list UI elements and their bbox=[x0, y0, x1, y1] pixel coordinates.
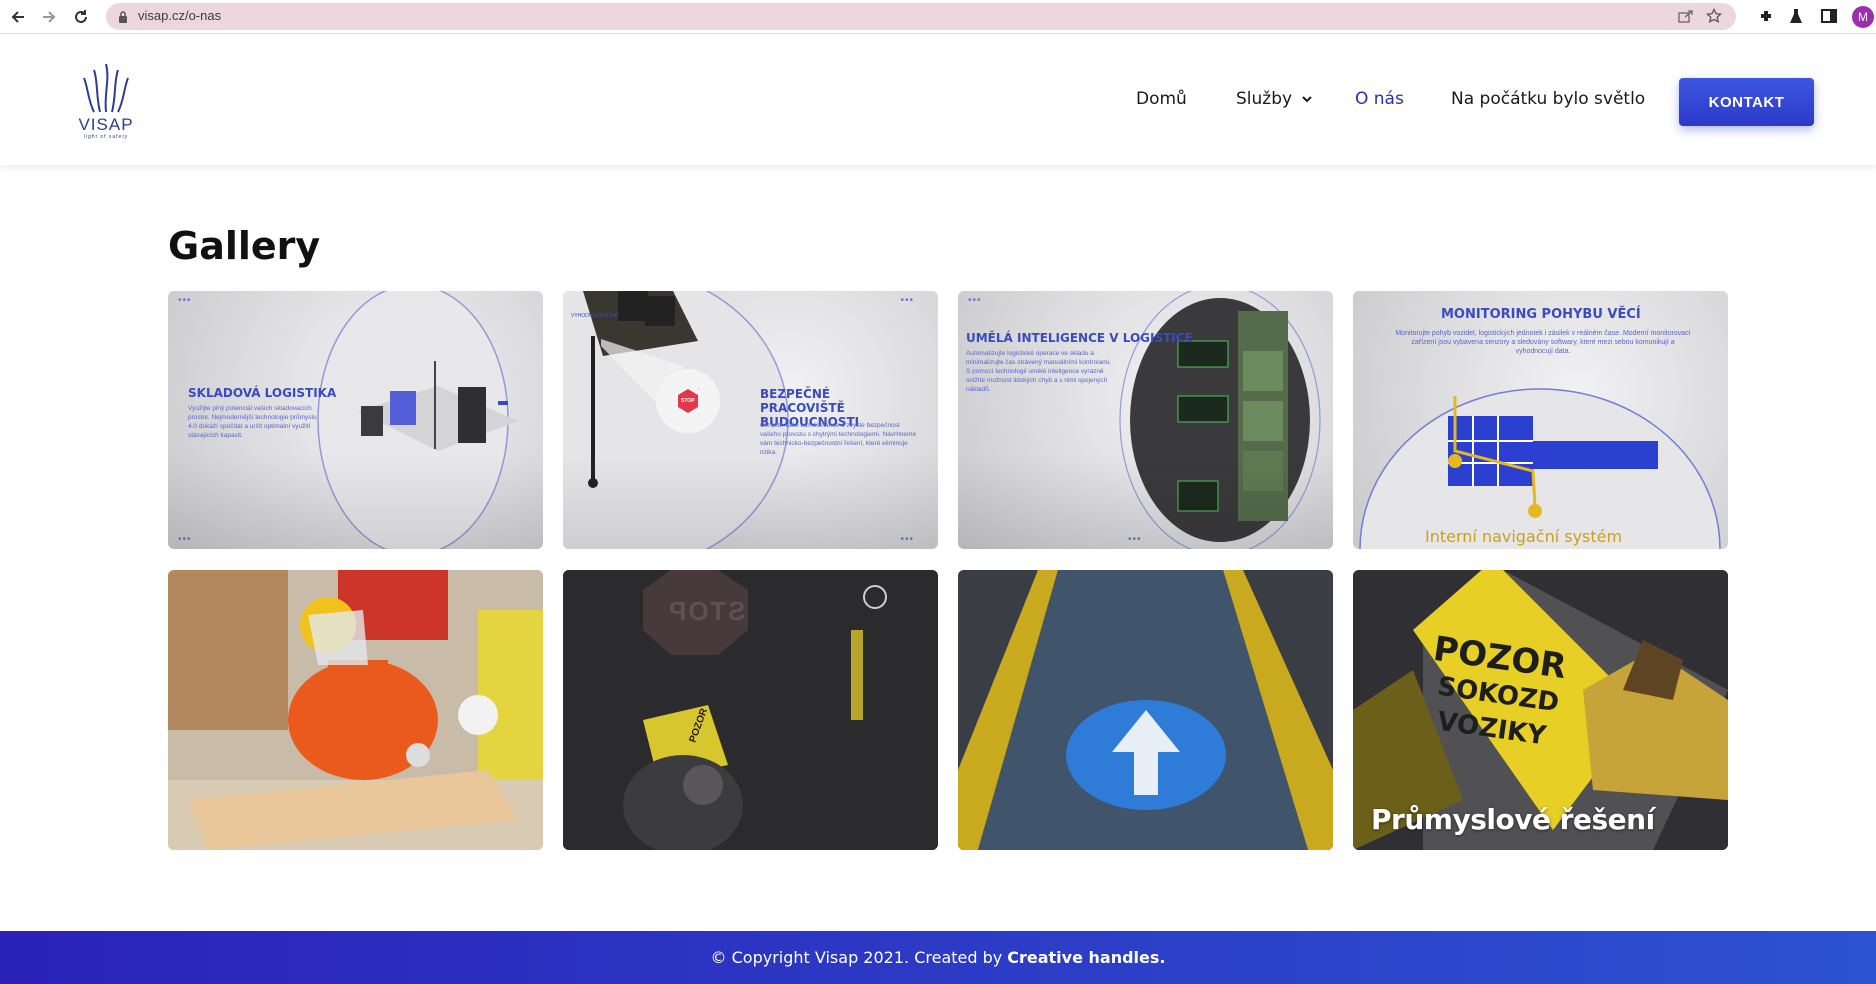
site-header: VISAP light of safety Domů Služby O nás … bbox=[0, 34, 1876, 165]
gallery-tile-safe-workplace[interactable]: ••• ••• VYHODNOCENÍ DAT STOP BEZPEČNÉ PR… bbox=[563, 291, 938, 549]
forward-icon[interactable] bbox=[39, 7, 59, 27]
tile-caption: Průmyslové řešení bbox=[1371, 803, 1655, 836]
logo-wordmark: VISAP bbox=[78, 115, 134, 134]
tile-shade bbox=[958, 454, 1333, 549]
nav-about[interactable]: O nás bbox=[1355, 89, 1404, 109]
tile-caption: Interní navigační systém bbox=[1425, 527, 1623, 546]
tile-shade bbox=[563, 454, 938, 549]
creator-link[interactable]: Creative handles. bbox=[1007, 948, 1165, 967]
tile-text: Monitorujte pohyb vozidel, logistických … bbox=[1395, 330, 1691, 355]
tile-shade bbox=[168, 454, 543, 549]
tile-heading: MONITORING POHYBU VĚCÍ bbox=[1441, 307, 1641, 322]
tile-text: Využijte plný potenciál vašich skladovac… bbox=[188, 405, 317, 439]
tile-stop-label: STOP bbox=[681, 398, 695, 404]
labs-flask-icon[interactable] bbox=[1789, 8, 1803, 29]
logo-tagline: light of safety bbox=[83, 134, 129, 140]
tile-sign-label: VYHODNOCENÍ DAT bbox=[571, 313, 620, 319]
worker-photo bbox=[168, 570, 543, 850]
lock-icon bbox=[118, 10, 128, 28]
nav-in-the-beginning[interactable]: Na počátku bylo světlo bbox=[1451, 89, 1645, 109]
site-footer: © Copyright Visap 2021. Created by Creat… bbox=[0, 931, 1876, 984]
url-text: visap.cz/o-nas bbox=[138, 8, 222, 23]
nav-services[interactable]: Služby bbox=[1236, 89, 1313, 109]
copyright-text: © Copyright Visap 2021. Created by bbox=[710, 948, 1003, 967]
gallery-tile-warehouse-logistics[interactable]: ••• ••• SKLADOVÁ LOGISTIKA Využijte plný… bbox=[168, 291, 543, 549]
tile-stop-text: STOP bbox=[667, 596, 746, 626]
gallery-tile-monitoring[interactable]: MONITORING POHYBU VĚCÍ Monitorujte pohyb… bbox=[1353, 291, 1728, 549]
back-icon[interactable] bbox=[8, 7, 28, 27]
contact-button[interactable]: KONTAKT bbox=[1679, 78, 1814, 126]
tile-map-label: Sklad bbox=[1551, 446, 1614, 470]
gallery-tile-worker-photo[interactable] bbox=[168, 570, 543, 850]
visap-logo[interactable]: VISAP light of safety bbox=[68, 62, 144, 146]
side-panel-icon[interactable] bbox=[1821, 8, 1837, 29]
share-icon[interactable] bbox=[1678, 9, 1694, 28]
extensions-icon[interactable] bbox=[1758, 8, 1774, 29]
bookmark-star-icon[interactable] bbox=[1705, 7, 1723, 29]
tile-heading: UMĚLÁ INTELIGENCE V LOGISTICE bbox=[966, 331, 1193, 345]
stop-projection-photo bbox=[563, 570, 938, 850]
gallery-tile-stop-projection[interactable]: STOP POZOR bbox=[563, 570, 938, 850]
tile-text: Automatizujte logistické operace ve skla… bbox=[966, 350, 1111, 393]
gallery-tile-industrial-solution[interactable]: POZOR SOKOZD VOZIKY Průmyslové řešení bbox=[1353, 570, 1728, 850]
chevron-down-icon bbox=[1302, 96, 1313, 103]
tile-heading: SKLADOVÁ LOGISTIKA bbox=[188, 386, 337, 400]
gallery-tile-ai-logistics[interactable]: ••• ••• UMĚLÁ INTELIGENCE V LOGISTICE Au… bbox=[958, 291, 1333, 549]
profile-avatar[interactable]: M bbox=[1852, 6, 1874, 28]
gallery-tile-arrow-projection[interactable] bbox=[958, 570, 1333, 850]
logo-flame-icon bbox=[83, 63, 129, 113]
nav-services-label: Služby bbox=[1236, 89, 1293, 109]
nav-home[interactable]: Domů bbox=[1136, 89, 1187, 109]
gallery-title: Gallery bbox=[168, 224, 321, 268]
browser-toolbar: visap.cz/o-nas M bbox=[0, 0, 1876, 34]
arrow-projection-photo bbox=[958, 570, 1333, 850]
address-bar[interactable]: visap.cz/o-nas bbox=[106, 3, 1736, 30]
reload-icon[interactable] bbox=[71, 7, 91, 27]
tile-text: Chraňte vaše zaměstnance a zvyšte bezpeč… bbox=[760, 422, 917, 456]
